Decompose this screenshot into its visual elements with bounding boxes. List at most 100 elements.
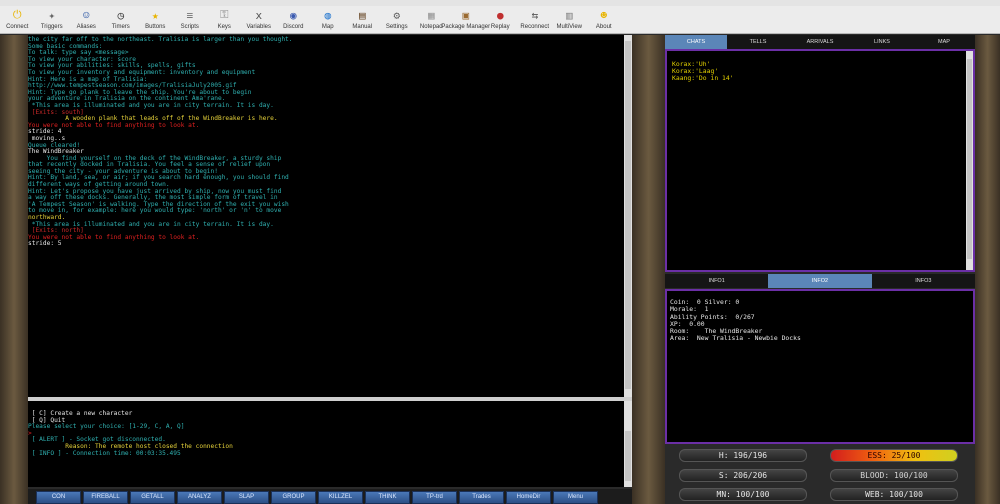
about-icon: ☻ (600, 8, 608, 22)
output-line: You were not able to find anything to lo… (28, 233, 200, 241)
toolbar-label: Timers (111, 24, 130, 30)
toolbar-label: Variables (246, 24, 272, 30)
people-icon: ☺ (82, 8, 90, 22)
tab-info2[interactable]: INFO2 (768, 274, 872, 288)
toolbar-label: About (595, 24, 612, 30)
command-button-fireball[interactable]: FIREBALL (83, 491, 128, 504)
globe-icon: ◍ (324, 8, 332, 22)
tab-tells[interactable]: TELLS (727, 35, 789, 49)
tab-arrivals[interactable]: ARRIVALS (789, 35, 851, 49)
toolbar-multiview-button[interactable]: ▥ MultiView (552, 6, 587, 34)
toolbar-timers-button[interactable]: ◷ Timers (104, 6, 139, 34)
toolbar-label: Reconnect (520, 24, 550, 30)
right-ornament-frame (975, 35, 1000, 504)
chat-message: Kaang:'Do in 14' (672, 74, 734, 83)
toolbar-scripts-button[interactable]: ≡ Scripts (173, 6, 208, 34)
left-ornament-frame (0, 35, 28, 504)
scroll-icon: ≡ (186, 8, 194, 22)
gear-icon: ⚙ (393, 8, 401, 22)
toolbar-discord-button[interactable]: ◉ Discord (276, 6, 311, 34)
output-line: moving..s (28, 134, 66, 142)
key-icon: ⚿ (220, 8, 229, 21)
toolbar-label: Scripts (180, 24, 199, 30)
tab-info3[interactable]: INFO3 (872, 274, 975, 288)
output-line: to move in, for example: here you would … (28, 207, 282, 215)
main-output-console: the city far off to the northeast. Trali… (28, 35, 624, 397)
main-output-scrollbar[interactable] (624, 35, 632, 397)
command-button-analyz[interactable]: ANALYZ (177, 491, 222, 504)
toolbar-label: Buttons (145, 24, 166, 30)
web-bar: WEB: 100/100 (830, 488, 958, 501)
command-button-killzel[interactable]: KILLZEL (318, 491, 363, 504)
scroll-thumb[interactable] (625, 41, 631, 389)
tab-info1[interactable]: INFO1 (665, 274, 768, 288)
output-line: You were not able to find anything to lo… (28, 121, 200, 129)
variable-icon: x (255, 8, 263, 22)
output-line: *This area is illuminated and you are in… (28, 101, 274, 109)
command-button-trades[interactable]: Trades (459, 491, 504, 504)
info-line: Ability Points: 0/267 (670, 312, 755, 321)
toolbar-manual-button[interactable]: ▤ Manual (345, 6, 380, 34)
health-bar: H: 196/196 (679, 449, 807, 462)
toolbar-map-button[interactable]: ◍ Map (311, 6, 346, 34)
tab-links[interactable]: LINKS (851, 35, 913, 49)
command-button-group[interactable]: GROUP (271, 491, 316, 504)
command-button-think[interactable]: THINK (365, 491, 410, 504)
info-panel: Coin: 0 Silver: 0 Morale: 1 Ability Points… (665, 289, 975, 444)
toolbar-label: Triggers (40, 24, 63, 30)
tab-map[interactable]: MAP (913, 35, 975, 49)
blood-bar: BLOOD: 100/100 (830, 469, 958, 482)
command-button-homedir[interactable]: HomeDir (506, 491, 551, 504)
secondary-output-console: [ C] Create a new character [ Q] Quit Ple… (28, 401, 624, 487)
chat-panel: Korax:'Uh' Korax:'Laag' Kaang:'Do in 14' (665, 49, 975, 272)
output-line: the city far off to the northeast. Trali… (28, 36, 293, 43)
notepad-icon: ▦ (427, 8, 435, 22)
toolbar-settings-button[interactable]: ⚙ Settings (380, 6, 415, 34)
output-line: Please select your choice: [1-29, C, A, … (28, 423, 185, 431)
command-button-bar: CON FIREBALL GETALL ANALYZ SLAP GROUP KILLZEL T… (28, 489, 632, 504)
toolbar-triggers-button[interactable]: ✦ Triggers (35, 6, 70, 34)
package-icon: ▣ (462, 8, 470, 22)
toolbar-label: Keys (217, 24, 231, 30)
command-button-tp-trd[interactable]: TP-trd (412, 491, 457, 504)
multiview-icon: ▥ (565, 8, 573, 22)
scroll-thumb[interactable] (967, 59, 972, 259)
gun-icon: ✦ (48, 8, 56, 22)
reconnect-icon: ⇆ (531, 8, 539, 22)
secondary-output-scrollbar[interactable] (624, 401, 632, 487)
toolbar-aliases-button[interactable]: ☺ Aliases (69, 6, 104, 34)
tab-chats[interactable]: CHATS (665, 35, 727, 49)
command-button-menu[interactable]: Menu (553, 491, 598, 504)
clock-icon: ◷ (117, 8, 125, 22)
toolbar-keys-button[interactable]: ⚿ Keys (207, 6, 242, 34)
toolbar-label: Discord (283, 24, 304, 30)
scroll-thumb[interactable] (625, 431, 631, 481)
command-button-con[interactable]: CON (36, 491, 81, 504)
toolbar-label: MultiView (556, 24, 583, 30)
toolbar-label: Aliases (76, 24, 96, 30)
info-line: Area: New Tralisia - Newbie Docks (670, 334, 801, 343)
command-button-slap[interactable]: SLAP (224, 491, 269, 504)
essence-bar: ESS: 25/100 (830, 449, 958, 462)
stamina-bar: S: 206/206 (679, 469, 807, 482)
chat-scrollbar[interactable] (966, 51, 973, 270)
info-line: Coin: 0 Silver: 0 (670, 298, 740, 306)
star-icon: ★ (151, 8, 159, 22)
toolbar-package-manager-button[interactable]: ▣ Package Manager (441, 6, 490, 34)
toolbar-replay-button[interactable]: ● Replay (483, 6, 518, 34)
output-line: stride: 5 (28, 240, 62, 248)
toolbar-connect-button[interactable]: ⏻ Connect (0, 6, 35, 34)
toolbar-about-button[interactable]: ☻ About (587, 6, 622, 34)
toolbar-label: Replay (490, 24, 510, 30)
output-line: Queue cleared! (28, 141, 81, 149)
middle-ornament-frame (632, 35, 665, 504)
toolbar: ⏻ Connect ✦ Triggers ☺ Aliases ◷ Timers ★ Buttons… (0, 6, 1000, 34)
discord-icon: ◉ (289, 8, 297, 22)
toolbar-label: Notepad (419, 24, 443, 30)
output-line: *This area is illuminated and you are in… (28, 220, 274, 228)
command-button-getall[interactable]: GETALL (130, 491, 175, 504)
toolbar-buttons-button[interactable]: ★ Buttons (138, 6, 173, 34)
chat-tab-bar: CHATS TELLS ARRIVALS LINKS MAP (665, 35, 975, 49)
toolbar-variables-button[interactable]: x Variables (242, 6, 277, 34)
toolbar-reconnect-button[interactable]: ⇆ Reconnect (518, 6, 553, 34)
